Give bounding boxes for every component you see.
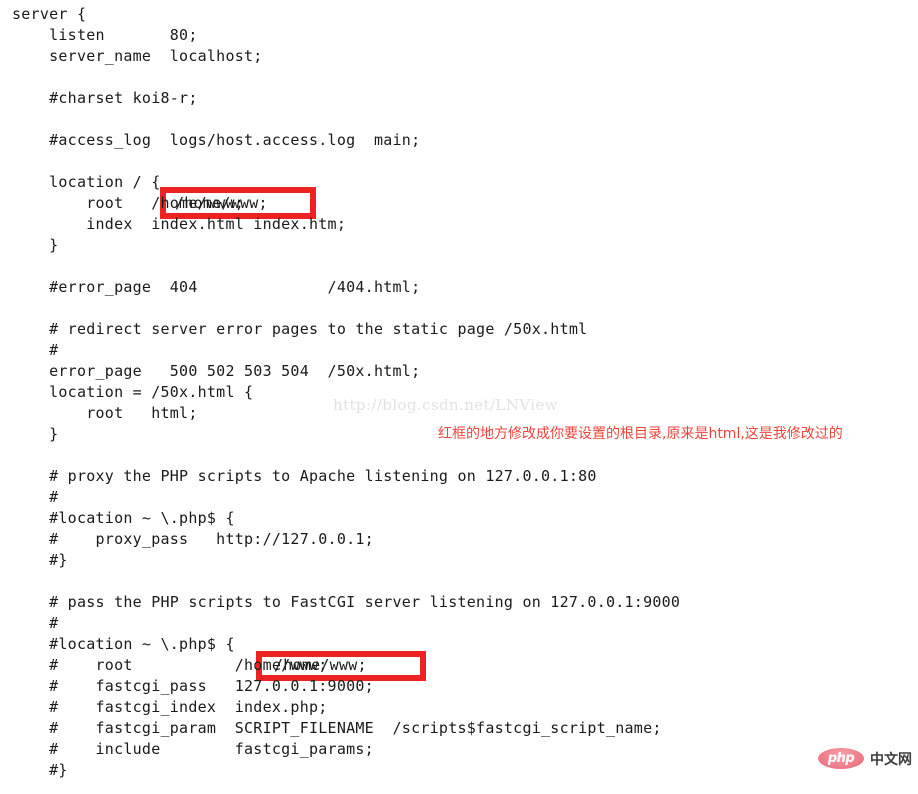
code-line: # [12,488,59,506]
php-chinese-site-logo: php 中文网 [818,748,912,769]
code-line: # fastcgi_index index.php; [12,698,328,716]
code-line: # fastcgi_pass 127.0.0.1:9000; [12,677,374,695]
code-line: root /home/www; [12,194,245,212]
php-site-label: 中文网 [870,751,912,768]
code-line: location / { [12,173,161,191]
code-line: # [12,341,59,359]
code-line: server_name localhost; [12,47,263,65]
screenshot-root: server { listen 80; server_name localhos… [0,0,918,794]
code-line: # redirect server error pages to the sta… [12,320,588,338]
code-line: #charset koi8-r; [12,89,198,107]
root-value-boxed-2: /home/www; [274,656,367,674]
code-line: index index.html index.htm; [12,215,347,233]
code-line: # include fastcgi_params; [12,740,374,758]
root-value-boxed-1: /home/www; [175,194,268,212]
code-line: } [12,236,59,254]
code-line: #} [12,551,68,569]
code-line: # fastcgi_param SCRIPT_FILENAME /scripts… [12,719,662,737]
code-line: #access_log logs/host.access.log main; [12,131,421,149]
code-line: # pass the PHP scripts to FastCGI server… [12,593,681,611]
red-chinese-annotation: 红框的地方修改成你要设置的根目录,原来是html,这是我修改过的 [438,426,843,442]
code-line: error_page 500 502 503 504 /50x.html; [12,362,421,380]
code-line: #error_page 404 /404.html; [12,278,421,296]
code-line: # [12,614,59,632]
code-line: # proxy_pass http://127.0.0.1; [12,530,374,548]
php-badge-icon: php [818,748,864,769]
csdn-blog-watermark: http://blog.csdn.net/LNView [333,396,558,414]
code-line: server { [12,5,87,23]
code-line: # proxy the PHP scripts to Apache listen… [12,467,597,485]
code-line: #location ~ \.php$ { [12,635,235,653]
code-line: #} [12,761,68,779]
code-line: listen 80; [12,26,198,44]
code-line: #location ~ \.php$ { [12,509,235,527]
